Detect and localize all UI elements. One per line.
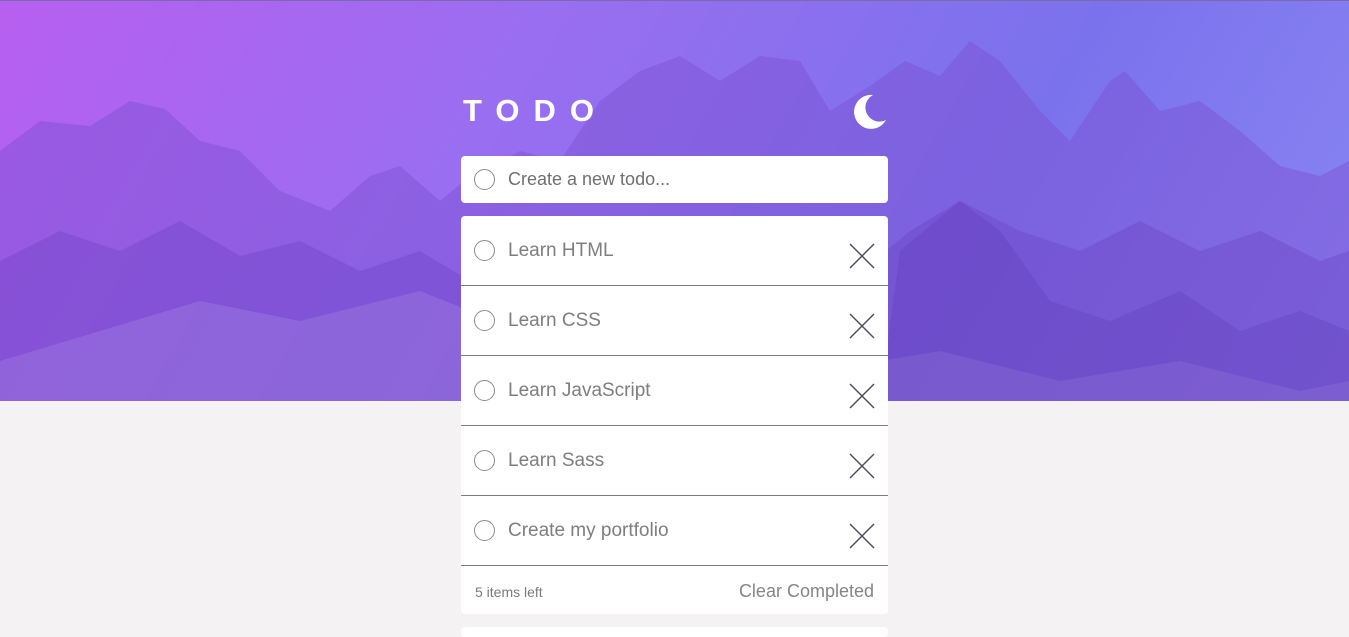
delete-icon[interactable] xyxy=(849,453,875,479)
todo-label[interactable]: Learn HTML xyxy=(508,240,614,262)
page-title: TODO xyxy=(463,93,608,128)
delete-icon[interactable] xyxy=(849,383,875,409)
moon-icon xyxy=(854,94,886,129)
todo-item: Learn Sass xyxy=(461,426,888,496)
todo-item: Create my portfolio xyxy=(461,496,888,566)
todo-check-circle[interactable] xyxy=(474,380,495,401)
new-todo-input[interactable] xyxy=(508,166,868,192)
todo-label[interactable]: Create my portfolio xyxy=(508,520,669,542)
todo-check-circle[interactable] xyxy=(474,450,495,471)
todo-check-circle[interactable] xyxy=(474,520,495,541)
clear-completed-button[interactable]: Clear Completed xyxy=(739,581,874,602)
todo-check-circle[interactable] xyxy=(474,240,495,261)
delete-icon[interactable] xyxy=(849,243,875,269)
theme-toggle-button[interactable] xyxy=(849,92,889,132)
new-todo-check-circle[interactable] xyxy=(474,169,495,190)
todo-item: Learn JavaScript xyxy=(461,356,888,426)
todo-label[interactable]: Learn JavaScript xyxy=(508,380,651,402)
todo-item: Learn CSS xyxy=(461,286,888,356)
todo-label[interactable]: Learn CSS xyxy=(508,310,601,332)
todo-check-circle[interactable] xyxy=(474,310,495,331)
new-todo-bar xyxy=(461,156,888,203)
delete-icon[interactable] xyxy=(849,523,875,549)
items-left-count: 5 items left xyxy=(475,584,543,600)
filter-bar xyxy=(461,627,888,637)
todo-footer: 5 items left Clear Completed xyxy=(461,566,888,614)
todo-list: Learn HTML Learn CSS Learn JavaScript Le… xyxy=(461,216,888,614)
todo-label[interactable]: Learn Sass xyxy=(508,450,604,472)
delete-icon[interactable] xyxy=(849,313,875,339)
todo-item: Learn HTML xyxy=(461,216,888,286)
